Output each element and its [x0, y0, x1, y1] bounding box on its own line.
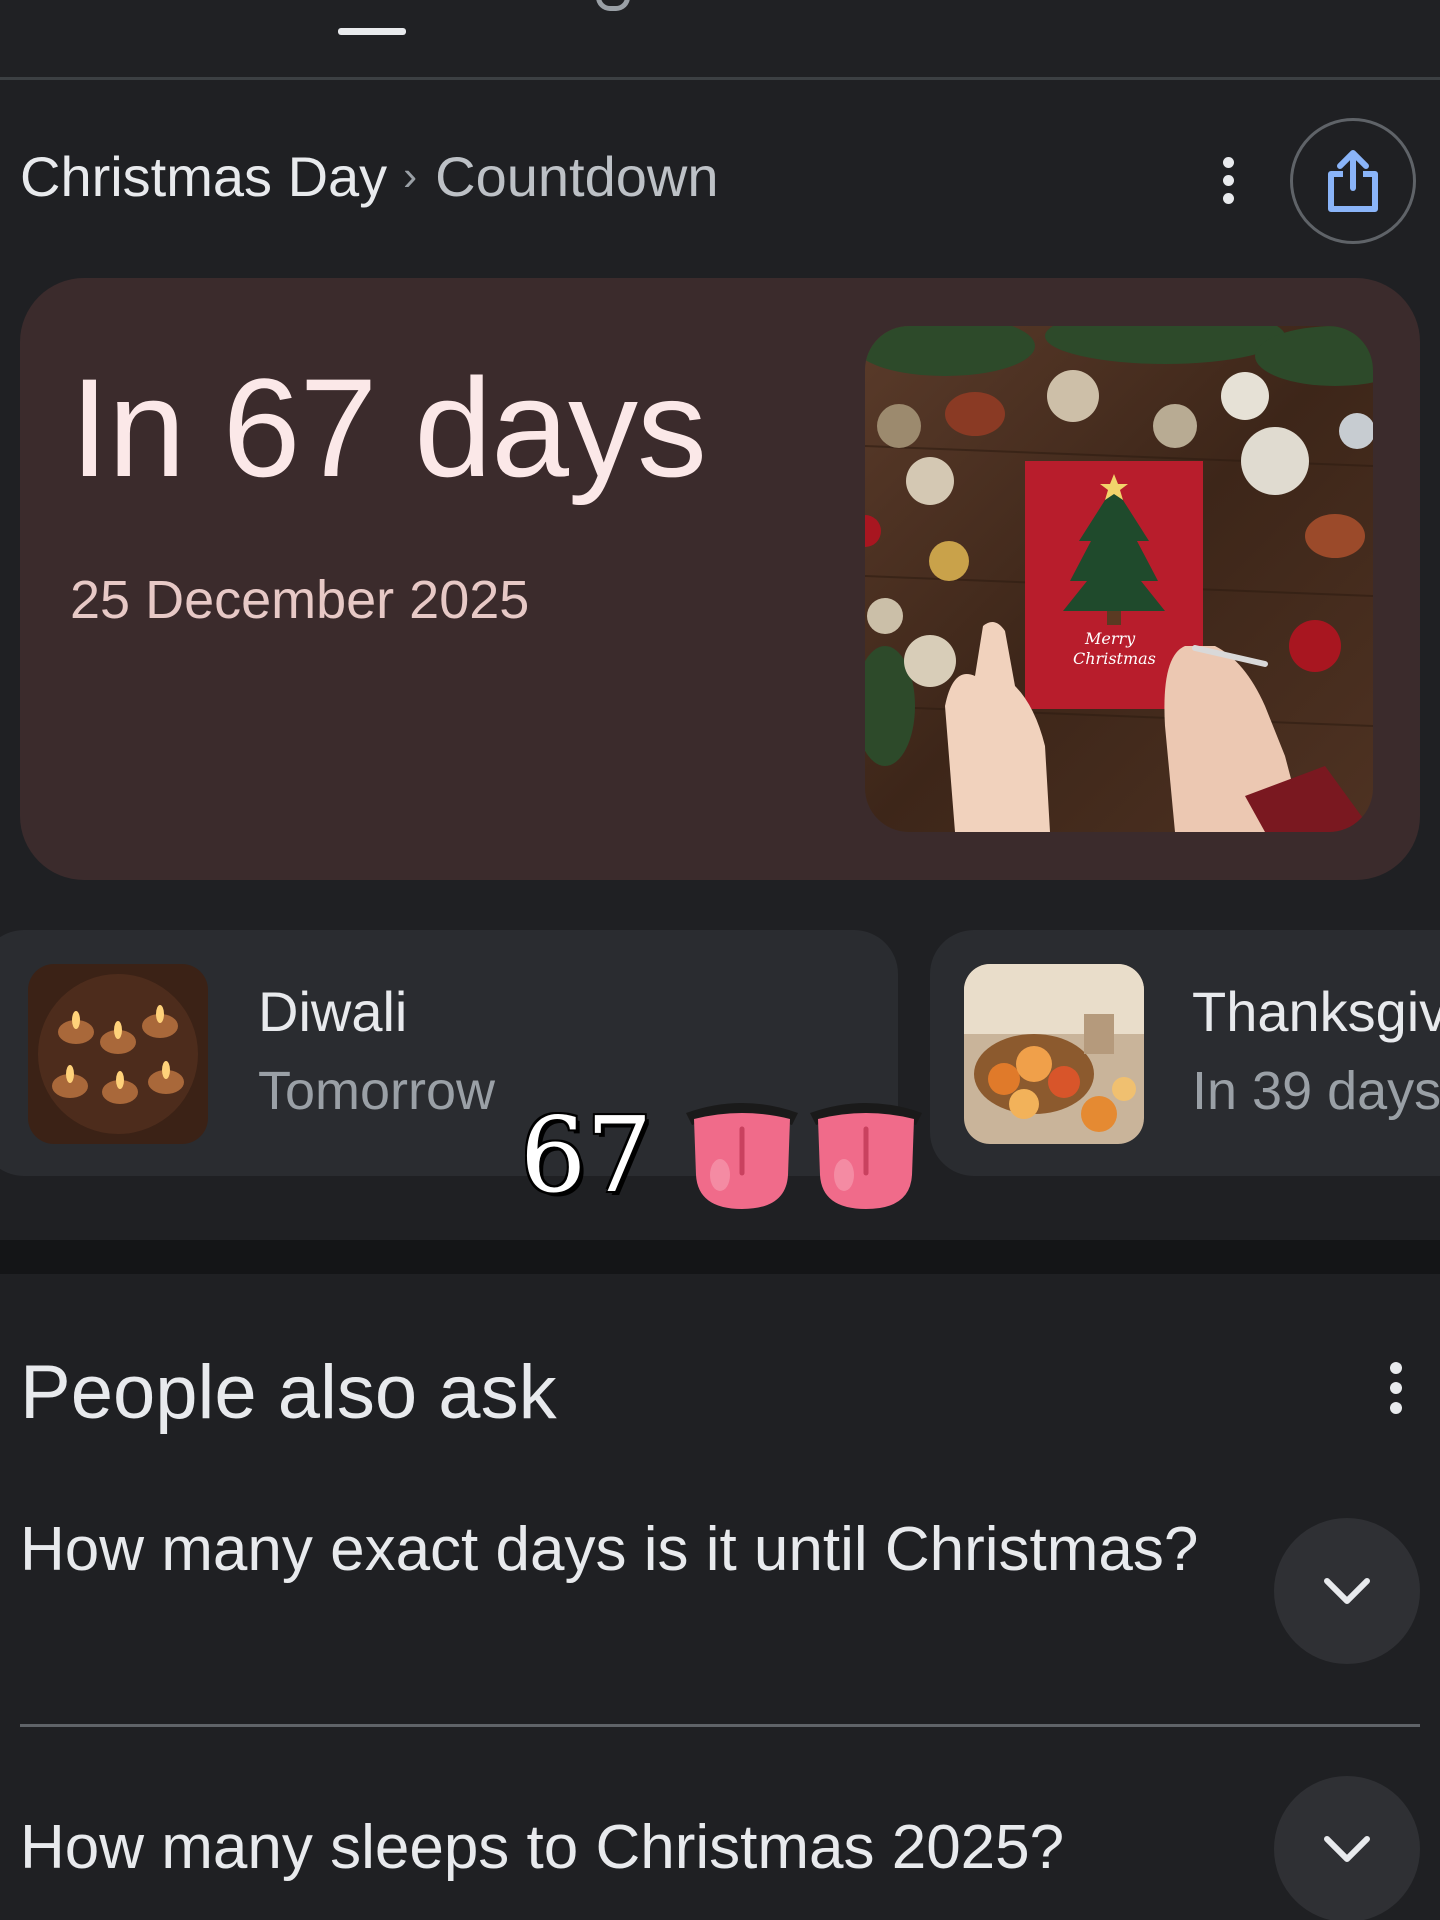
- tab-strip-divider: [0, 77, 1440, 80]
- countdown-card[interactable]: In 67 days 25 December 2025 Merry Christ…: [20, 278, 1420, 880]
- expand-question-2-button[interactable]: [1274, 1776, 1420, 1920]
- section-separator: [0, 1240, 1440, 1274]
- breadcrumb-current: Countdown: [435, 144, 719, 208]
- share-button[interactable]: [1290, 118, 1416, 244]
- countdown-date: 25 December 2025: [70, 570, 530, 630]
- expand-question-1-button[interactable]: [1274, 1518, 1420, 1664]
- chevron-down-icon: [1324, 1836, 1370, 1862]
- tongue-icon: [810, 1103, 923, 1209]
- holiday-name: Thanksgiv: [1192, 980, 1440, 1043]
- holiday-card-thanksgiving[interactable]: Thanksgiv In 39 days: [930, 930, 1440, 1176]
- holiday-countdown: In 39 days: [1192, 1061, 1440, 1121]
- search-results-page: Christmas Day › Countdown In 67 days 25 …: [0, 0, 1440, 1920]
- breadcrumb-separator: ›: [403, 152, 418, 199]
- breadcrumb: Christmas Day › Countdown: [20, 140, 718, 212]
- people-also-ask-more-button[interactable]: [1368, 1352, 1424, 1424]
- active-tab-indicator: [338, 28, 406, 35]
- svg-text:Christmas: Christmas: [1073, 649, 1156, 668]
- people-also-ask-title: People also ask: [20, 1350, 557, 1435]
- christmas-card-image: Merry Christmas: [865, 326, 1373, 832]
- svg-text:Merry: Merry: [1084, 629, 1136, 648]
- overlay-number: 67: [520, 1094, 653, 1216]
- overlay-sticker: 67: [520, 1090, 930, 1220]
- countdown-headline: In 67 days: [70, 349, 707, 506]
- thanksgiving-thumbnail: [964, 964, 1144, 1144]
- more-vert-icon: [1390, 1362, 1402, 1374]
- tab-label-fragment[interactable]: [596, 0, 630, 11]
- breadcrumb-root[interactable]: Christmas Day: [20, 144, 387, 209]
- search-tab-strip: [0, 0, 1440, 80]
- more-vert-dot: [1390, 1402, 1402, 1414]
- question-1[interactable]: How many exact days is it until Christma…: [20, 1510, 1240, 1590]
- more-options-button[interactable]: [1200, 148, 1256, 212]
- more-vert-dot: [1222, 192, 1234, 204]
- more-vert-dot: [1390, 1382, 1402, 1394]
- more-vert-icon: [1222, 156, 1234, 168]
- holiday-name: Diwali: [258, 980, 408, 1043]
- question-divider: [20, 1724, 1420, 1727]
- more-vert-dot: [1222, 174, 1234, 186]
- question-2[interactable]: How many sleeps to Christmas 2025?: [20, 1808, 1240, 1888]
- holiday-countdown: Tomorrow: [258, 1061, 496, 1121]
- diwali-thumbnail: [28, 964, 208, 1144]
- tongue-icon: [686, 1103, 799, 1209]
- chevron-down-icon: [1324, 1578, 1370, 1604]
- share-icon: [1328, 150, 1378, 212]
